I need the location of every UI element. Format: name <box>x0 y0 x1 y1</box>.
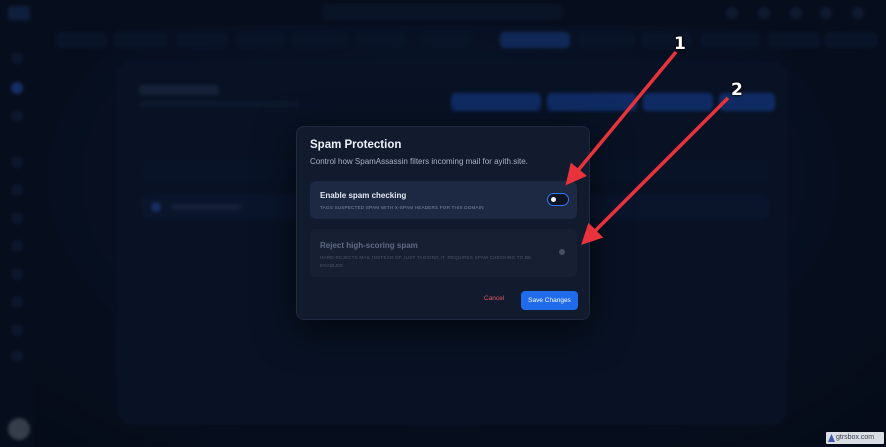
annotation-number-2: 2 <box>731 80 743 100</box>
annotation-arrow-1 <box>565 50 678 186</box>
watermark-text: gtrsbox.com <box>836 434 875 441</box>
annotation-overlay <box>565 50 730 245</box>
triangle-logo-icon <box>828 434 835 442</box>
annotation-number-1: 1 <box>674 34 686 54</box>
annotation-arrow-2 <box>581 96 730 245</box>
watermark: gtrsbox.com <box>826 432 884 444</box>
